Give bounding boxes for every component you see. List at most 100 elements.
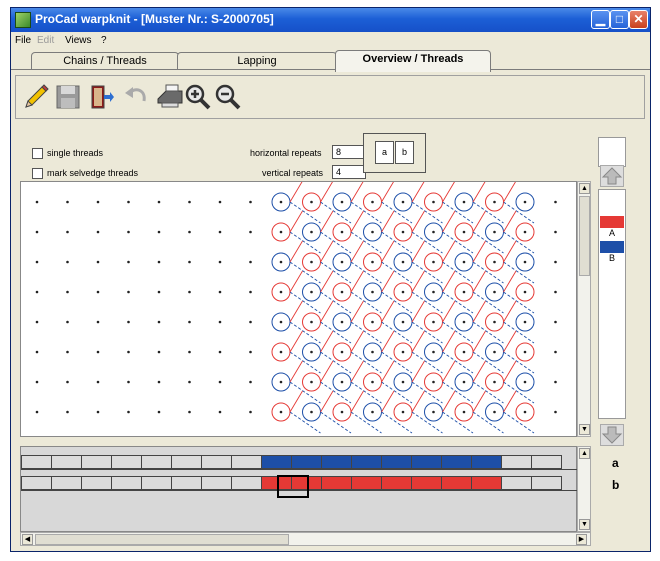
bar-b-cell[interactable] xyxy=(111,476,142,490)
mark-selvedge-checkbox[interactable] xyxy=(32,168,43,179)
needle-point xyxy=(523,380,527,384)
needle-point xyxy=(371,290,374,294)
thread-overview-canvas[interactable] xyxy=(20,181,577,437)
needle-point xyxy=(279,350,283,354)
close-button[interactable]: ✕ xyxy=(629,10,648,29)
bar-a-cell[interactable] xyxy=(471,455,502,469)
window-title: ProCad warpknit - [Muster Nr.: S-2000705… xyxy=(35,12,274,26)
menu-views[interactable]: Views xyxy=(65,35,92,46)
single-threads-checkbox[interactable] xyxy=(32,148,43,159)
bar-b-cell[interactable] xyxy=(381,476,412,490)
bar-b-cell[interactable] xyxy=(501,476,532,490)
thread-underlap xyxy=(350,182,364,203)
exit-icon[interactable] xyxy=(84,81,116,113)
bar-a-cell[interactable] xyxy=(321,455,352,469)
bar-b-cell[interactable] xyxy=(201,476,232,490)
needle-point xyxy=(127,200,130,204)
bar-b-cell[interactable] xyxy=(441,476,472,490)
bar-a-cell[interactable] xyxy=(381,455,412,469)
bar-b-cell[interactable] xyxy=(531,476,562,490)
bar-b-cell[interactable] xyxy=(321,476,352,490)
bar-a-cell[interactable] xyxy=(171,455,202,469)
scroll-right-arrow-icon[interactable]: ▶ xyxy=(576,534,587,545)
needle-point xyxy=(127,260,130,264)
tab-lapping[interactable]: Lapping xyxy=(177,52,337,70)
needle-point xyxy=(188,290,191,294)
bar-a-button[interactable]: a xyxy=(375,141,394,164)
thread-underlap xyxy=(411,300,425,323)
canvas-vertical-scrollbar[interactable]: ▲ ▼ xyxy=(577,181,591,437)
save-icon[interactable] xyxy=(52,81,84,113)
bar-a-cell[interactable] xyxy=(21,455,52,469)
thread-underlap xyxy=(320,321,352,344)
minimize-button[interactable]: ▁ xyxy=(591,10,610,29)
needle-point xyxy=(462,230,466,234)
needle-point xyxy=(96,260,100,264)
legend-swatch-a[interactable] xyxy=(600,216,624,228)
bar-a-cell[interactable] xyxy=(201,455,232,469)
needle-point xyxy=(432,350,435,354)
bar-b-cell[interactable] xyxy=(141,476,172,490)
tab-chains-threads[interactable]: Chains / Threads xyxy=(31,52,179,70)
tab-overview-threads[interactable]: Overview / Threads xyxy=(335,50,491,72)
undo-icon[interactable] xyxy=(120,81,152,113)
bar-b-cell[interactable] xyxy=(351,476,382,490)
bar-a-cell[interactable] xyxy=(111,455,142,469)
scroll-left-arrow-icon[interactable]: ◀ xyxy=(22,534,33,545)
menu-help[interactable]: ? xyxy=(101,35,107,46)
needle-point xyxy=(279,200,283,204)
bar-a-row[interactable] xyxy=(21,455,562,469)
pencil-icon[interactable] xyxy=(20,81,52,113)
bar-b-button[interactable]: b xyxy=(395,141,414,164)
needle-point xyxy=(371,380,374,384)
bar-b-cell[interactable] xyxy=(231,476,262,490)
legend-up-arrow-icon[interactable] xyxy=(600,165,624,187)
bar-a-row-label: a xyxy=(612,456,619,470)
thread-underlap xyxy=(381,270,395,293)
zoom-out-icon[interactable] xyxy=(212,81,244,113)
horizontal-repeats-label: horizontal repeats xyxy=(250,148,322,158)
thread-underlap xyxy=(472,291,504,314)
menu-edit[interactable]: Edit xyxy=(37,35,54,46)
scroll-down-arrow-icon[interactable]: ▼ xyxy=(579,519,590,530)
maximize-button[interactable]: □ xyxy=(610,10,629,29)
legend-swatch-b[interactable] xyxy=(600,241,624,253)
zoom-in-icon[interactable] xyxy=(182,81,214,113)
bar-b-cell[interactable] xyxy=(411,476,442,490)
scroll-thumb[interactable] xyxy=(579,196,590,276)
scroll-up-arrow-icon[interactable]: ▲ xyxy=(579,183,590,194)
bar-a-cell[interactable] xyxy=(141,455,172,469)
bar-a-cell[interactable] xyxy=(51,455,82,469)
needle-point xyxy=(127,350,130,354)
needle-point xyxy=(340,350,344,354)
bar-b-cell[interactable] xyxy=(51,476,82,490)
bar-a-cell[interactable] xyxy=(261,455,292,469)
bar-b-cell[interactable] xyxy=(81,476,112,490)
scroll-up-arrow-icon[interactable]: ▲ xyxy=(579,448,590,459)
scroll-down-arrow-icon[interactable]: ▼ xyxy=(579,424,590,435)
legend-down-arrow-icon[interactable] xyxy=(600,424,624,446)
thread-underlap xyxy=(472,182,486,203)
bar-a-cell[interactable] xyxy=(351,455,382,469)
bar-b-cell[interactable] xyxy=(471,476,502,490)
needle-point xyxy=(523,230,527,234)
horizontal-repeats-input[interactable]: 8 xyxy=(332,145,366,159)
bar-a-cell[interactable] xyxy=(81,455,112,469)
bar-a-cell[interactable] xyxy=(501,455,532,469)
bar-a-cell[interactable] xyxy=(231,455,262,469)
bar-b-cell[interactable] xyxy=(21,476,52,490)
bar-b-cell[interactable] xyxy=(171,476,202,490)
scroll-thumb[interactable] xyxy=(35,534,289,545)
strip-vertical-scrollbar[interactable]: ▲ ▼ xyxy=(577,446,591,532)
needle-point xyxy=(96,320,100,324)
single-threads-label: single threads xyxy=(47,148,104,158)
bar-a-cell[interactable] xyxy=(411,455,442,469)
menu-file[interactable]: File xyxy=(15,35,31,46)
bar-a-cell[interactable] xyxy=(531,455,562,469)
needle-point xyxy=(432,260,435,264)
bar-a-cell[interactable] xyxy=(291,455,322,469)
needle-point xyxy=(523,410,527,414)
horizontal-scrollbar[interactable]: ◀ ▶ xyxy=(20,532,591,546)
bar-a-cell[interactable] xyxy=(441,455,472,469)
vertical-repeats-input[interactable]: 4 xyxy=(332,165,366,179)
